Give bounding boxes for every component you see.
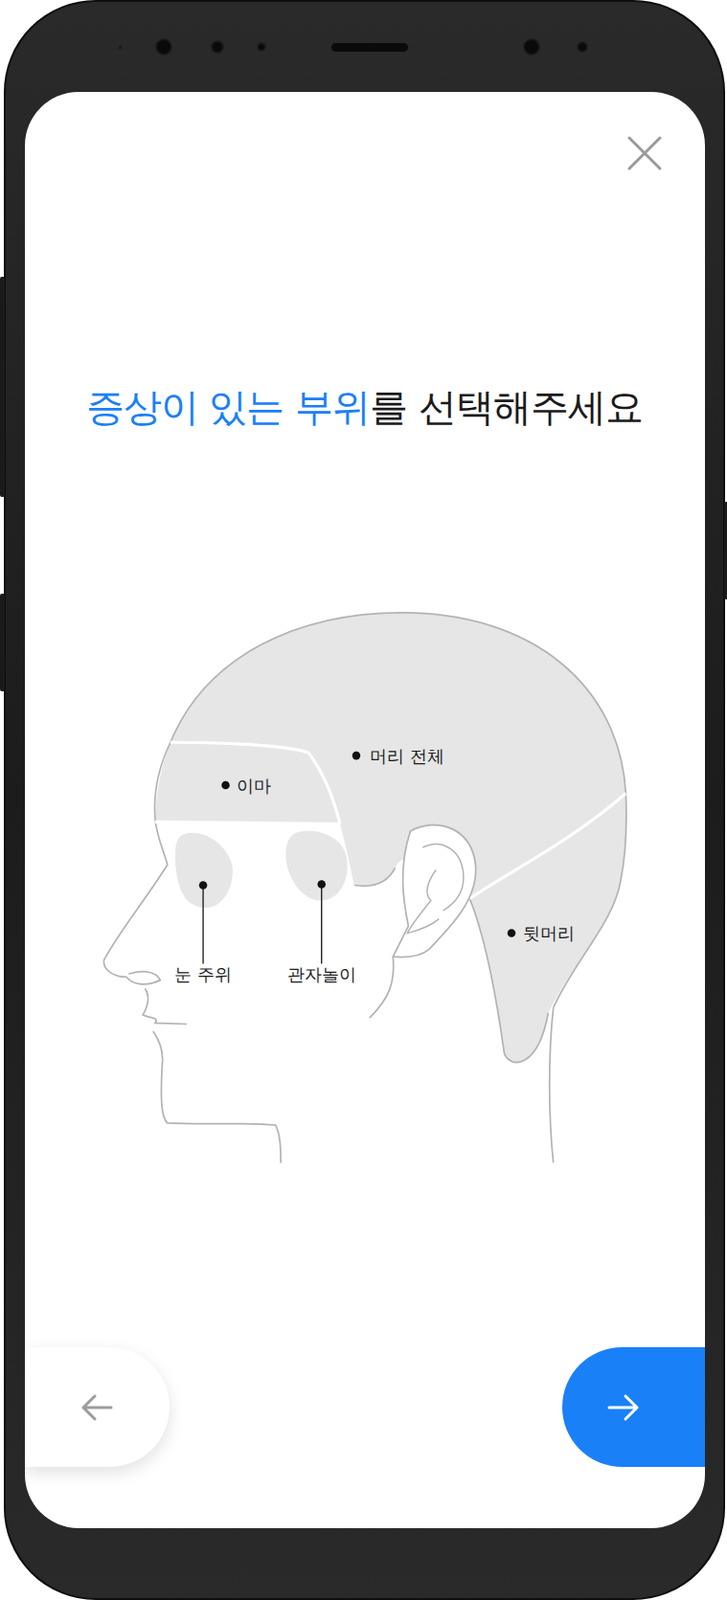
app-screen: 증상이 있는 부위를 선택해주세요머리 전체이마눈 주위 관자놀이 뒷머리 (24, 91, 705, 1529)
arrow-left-icon[interactable] (80, 1393, 114, 1423)
bottom-nav (24, 1347, 705, 1468)
head-region[interactable] (175, 833, 233, 909)
region-separator (469, 794, 626, 900)
region-label[interactable]: 눈 주위 (174, 964, 232, 985)
speaker-icon (331, 43, 409, 52)
back-button[interactable] (24, 1347, 170, 1468)
close-icon[interactable] (625, 134, 664, 173)
next-button[interactable] (562, 1347, 705, 1468)
head-outline (153, 1031, 281, 1164)
head-diagram: 머리 전체이마눈 주위 관자놀이 뒷머리 (93, 599, 636, 1172)
head-outline (354, 867, 396, 887)
region-dot[interactable] (221, 781, 230, 791)
title-highlight: 증상이 있는 부위 (86, 385, 370, 430)
region-label[interactable]: 관자놀이 (287, 964, 357, 985)
region-dot[interactable] (352, 751, 362, 761)
side-button (724, 501, 727, 600)
sensor-icon (117, 45, 123, 50)
page-title: 증상이 있는 부위를 선택해주세요 (24, 380, 705, 434)
head-outline (549, 1007, 554, 1163)
title-rest: 를 선택해주세요 (369, 385, 643, 430)
region-dot[interactable] (507, 929, 517, 938)
region-separator (170, 742, 341, 824)
arrow-right-icon[interactable] (607, 1393, 640, 1423)
sensor-icon (576, 41, 589, 53)
ear-icon (392, 825, 476, 958)
label-leader (202, 886, 204, 965)
head-region[interactable] (155, 742, 341, 824)
region-label[interactable]: 이마 (236, 775, 272, 796)
phone-top-bar (5, 1, 724, 92)
region-label[interactable]: 머리 전체 (369, 746, 445, 767)
head-outline (103, 742, 171, 985)
head-outline (170, 613, 627, 1009)
camera-icon (155, 38, 173, 56)
head-outline (369, 956, 394, 1019)
camera-icon (522, 38, 541, 56)
side-button (0, 593, 5, 692)
head-outline (142, 988, 187, 1024)
close-row (24, 91, 705, 215)
label-leader (320, 884, 322, 964)
head-region[interactable] (469, 794, 627, 1064)
region-separator (155, 821, 341, 824)
region-dot[interactable] (199, 881, 208, 890)
sensor-icon (210, 40, 225, 54)
region-label[interactable]: 뒷머리 (522, 923, 575, 944)
close-button[interactable] (625, 134, 664, 173)
spacer (24, 1171, 705, 1348)
region-dot[interactable] (317, 880, 326, 889)
head-region[interactable] (285, 831, 347, 902)
sensor-icon (256, 42, 267, 52)
phone-frame: 증상이 있는 부위를 선택해주세요머리 전체이마눈 주위 관자놀이 뒷머리 (3, 0, 726, 1600)
side-button (0, 276, 5, 498)
